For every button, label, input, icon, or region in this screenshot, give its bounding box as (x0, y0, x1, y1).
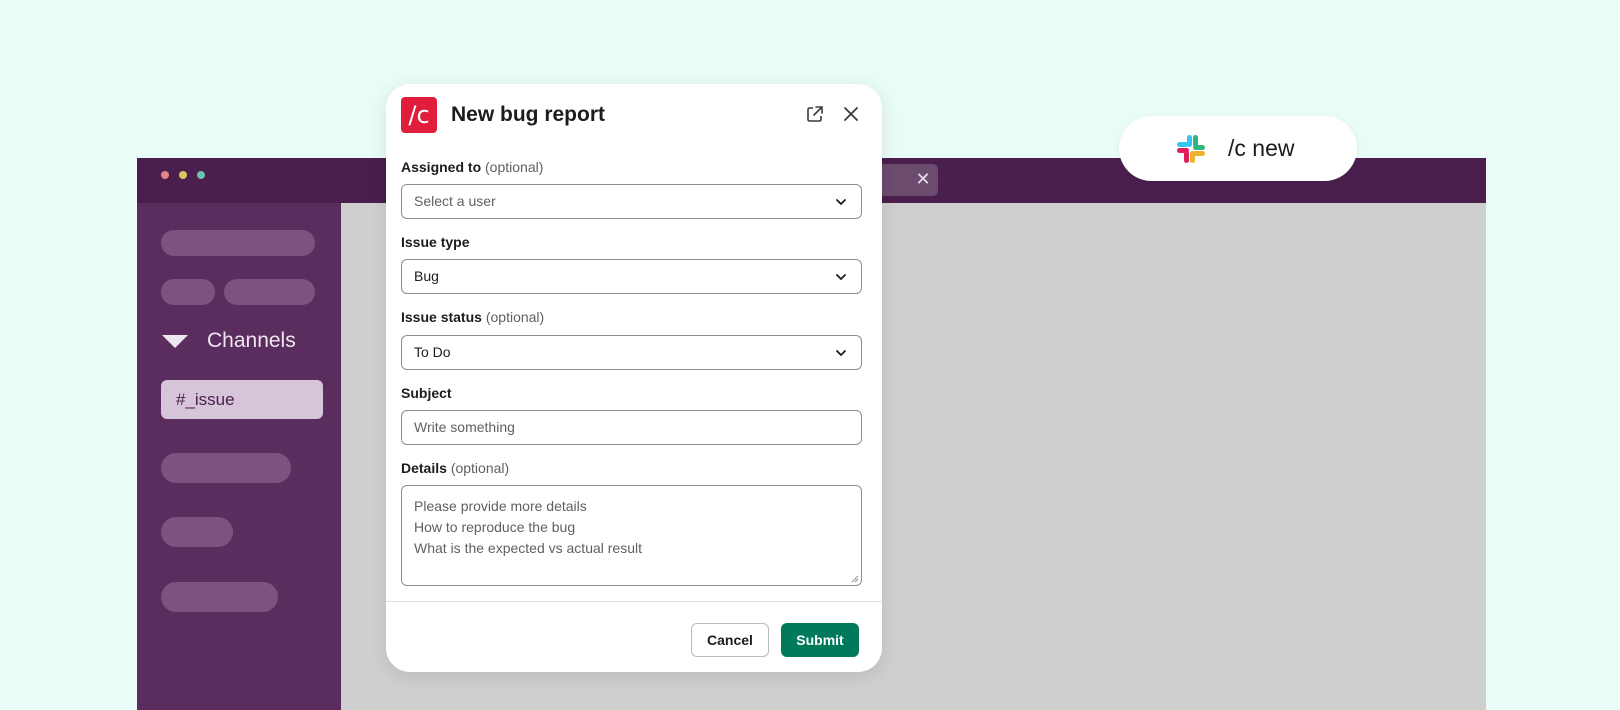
details-textarea[interactable]: Please provide more details How to repro… (401, 485, 862, 586)
details-placeholder-line: What is the expected vs actual result (414, 540, 642, 556)
assigned-to-select[interactable]: Select a user (401, 184, 862, 219)
chevron-down-icon (836, 350, 846, 357)
sidebar-placeholder (224, 279, 315, 305)
external-link-icon[interactable] (805, 104, 825, 124)
slash-command-pill: /c new (1119, 116, 1357, 181)
sidebar-placeholder (161, 517, 233, 547)
modal-header: /c New bug report (386, 84, 882, 144)
sidebar-placeholder (161, 230, 315, 256)
bug-report-modal: /c New bug report Assigned to (optional)… (386, 84, 882, 672)
window-zoom-dot[interactable] (197, 171, 205, 179)
details-placeholder-line: Please provide more details (414, 498, 587, 514)
slack-logo-icon (1177, 135, 1205, 163)
app-logo-icon: /c (401, 97, 437, 133)
chevron-down-icon (836, 274, 846, 281)
cancel-button[interactable]: Cancel (691, 623, 769, 657)
sidebar-placeholder (161, 279, 215, 305)
issue-type-label: Issue type (401, 234, 470, 250)
issue-type-select[interactable]: Bug (401, 259, 862, 294)
caret-down-icon (162, 334, 188, 348)
submit-button[interactable]: Submit (781, 623, 859, 657)
slash-command-text: /c new (1228, 135, 1295, 161)
issue-status-select[interactable]: To Do (401, 335, 862, 370)
close-icon[interactable]: ✕ (914, 170, 932, 188)
issue-type-value: Bug (414, 268, 439, 284)
modal-title: New bug report (451, 103, 606, 126)
sidebar-item-issue-channel[interactable]: #_issue (161, 380, 323, 419)
footer-divider (386, 601, 882, 602)
assigned-to-placeholder: Select a user (414, 193, 496, 209)
sidebar-placeholder (161, 582, 278, 612)
close-icon[interactable] (841, 104, 861, 124)
channels-section-header[interactable]: Channels (162, 328, 296, 354)
issue-status-label: Issue status (optional) (401, 309, 545, 325)
sidebar: Channels #_issue (137, 203, 341, 710)
window-close-dot[interactable] (161, 171, 169, 179)
assigned-to-label: Assigned to (optional) (401, 159, 544, 175)
channels-label: Channels (207, 329, 296, 352)
details-placeholder-line: How to reproduce the bug (414, 519, 576, 535)
subject-label: Subject (401, 385, 452, 401)
issue-status-value: To Do (414, 344, 451, 360)
window-minimize-dot[interactable] (179, 171, 187, 179)
resize-handle-icon[interactable] (851, 575, 859, 583)
subject-input[interactable]: Write something (401, 410, 862, 445)
sidebar-placeholder (161, 453, 291, 483)
subject-placeholder: Write something (414, 419, 515, 435)
details-label: Details (optional) (401, 460, 510, 476)
chevron-down-icon (836, 199, 846, 206)
